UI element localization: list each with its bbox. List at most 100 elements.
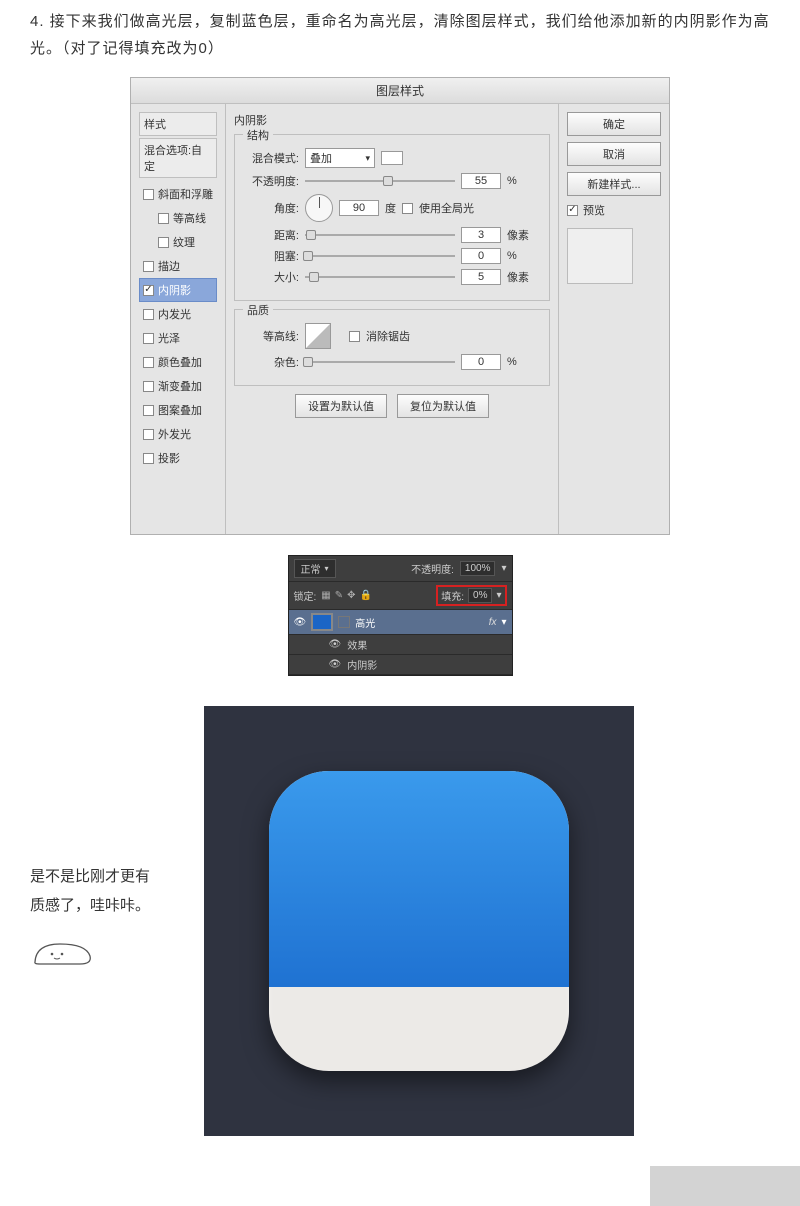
lock-transparency-icon[interactable]: ▦ xyxy=(321,590,330,601)
ok-button[interactable]: 确定 xyxy=(567,112,661,136)
chevron-down-icon: ▾ xyxy=(365,153,370,164)
style-option-6[interactable]: 光泽 xyxy=(139,326,217,350)
cancel-button[interactable]: 取消 xyxy=(567,142,661,166)
contour-label: 等高线: xyxy=(245,328,299,344)
preview-checkbox[interactable] xyxy=(567,205,578,216)
quality-fieldset: 品质 等高线: 消除锯齿 杂色: 0 % xyxy=(234,309,550,386)
reset-default-button[interactable]: 复位为默认值 xyxy=(397,394,489,418)
preview-box xyxy=(567,228,633,284)
commentary-line1: 是不是比刚才更有 xyxy=(30,863,190,892)
style-option-checkbox[interactable] xyxy=(143,453,154,464)
styles-header[interactable]: 样式 xyxy=(139,112,217,136)
style-option-checkbox[interactable] xyxy=(143,405,154,416)
visibility-icon[interactable]: 👁 xyxy=(294,617,307,628)
preview-label: 预览 xyxy=(583,202,605,218)
effect-inner-shadow-row[interactable]: 👁 内阴影 xyxy=(289,655,512,675)
size-label: 大小: xyxy=(245,269,299,285)
fill-highlight: 填充: 0% ▾ xyxy=(436,585,506,606)
style-option-10[interactable]: 外发光 xyxy=(139,422,217,446)
chevron-down-icon[interactable]: ▾ xyxy=(501,617,506,628)
distance-label: 距离: xyxy=(245,227,299,243)
style-option-checkbox[interactable] xyxy=(143,261,154,272)
style-option-4[interactable]: 内阴影 xyxy=(139,278,217,302)
style-option-1[interactable]: 等高线 xyxy=(139,206,217,230)
visibility-icon[interactable]: 👁 xyxy=(329,659,342,670)
style-option-label: 斜面和浮雕 xyxy=(158,186,213,202)
size-input[interactable]: 5 xyxy=(461,269,501,285)
layer-name[interactable]: 高光 xyxy=(355,615,375,630)
commentary-text: 是不是比刚才更有 质感了，哇咔咔。 xyxy=(30,863,190,979)
choke-unit: % xyxy=(507,250,517,262)
style-option-checkbox[interactable] xyxy=(143,333,154,344)
set-default-button[interactable]: 设置为默认值 xyxy=(295,394,387,418)
style-option-checkbox[interactable] xyxy=(143,381,154,392)
style-option-label: 投影 xyxy=(158,450,180,466)
style-option-label: 内阴影 xyxy=(158,282,191,298)
lock-all-icon[interactable]: 🔒 xyxy=(360,590,372,601)
size-slider[interactable] xyxy=(305,271,455,283)
style-option-checkbox[interactable] xyxy=(143,429,154,440)
style-option-label: 渐变叠加 xyxy=(158,378,202,394)
visibility-icon[interactable]: 👁 xyxy=(329,639,342,650)
intro-text: 4. 接下来我们做高光层，复制蓝色层，重命名为高光层，清除图层样式，我们给他添加… xyxy=(30,8,770,62)
style-option-label: 外发光 xyxy=(158,426,191,442)
distance-slider[interactable] xyxy=(305,229,455,241)
chevron-down-icon: ▾ xyxy=(325,564,329,573)
blend-mode-value: 叠加 xyxy=(310,150,332,166)
size-unit: 像素 xyxy=(507,269,529,285)
style-option-label: 内发光 xyxy=(158,306,191,322)
blend-mode-dropdown[interactable]: 正常 ▾ xyxy=(294,559,336,578)
style-option-0[interactable]: 斜面和浮雕 xyxy=(139,182,217,206)
antialias-checkbox[interactable] xyxy=(349,331,360,342)
layer-opacity-value[interactable]: 100% xyxy=(460,561,496,576)
mask-thumbnail[interactable] xyxy=(338,616,350,628)
chevron-down-icon[interactable]: ▾ xyxy=(496,590,501,601)
style-option-7[interactable]: 颜色叠加 xyxy=(139,350,217,374)
chevron-down-icon[interactable]: ▾ xyxy=(501,563,506,574)
lock-icons[interactable]: ▦ ✎ ✥ 🔒 xyxy=(321,590,372,601)
style-option-checkbox[interactable] xyxy=(143,357,154,368)
style-option-checkbox[interactable] xyxy=(158,237,169,248)
global-light-checkbox[interactable] xyxy=(402,203,413,214)
style-option-9[interactable]: 图案叠加 xyxy=(139,398,217,422)
angle-input[interactable]: 90 xyxy=(339,200,379,216)
blend-color-swatch[interactable] xyxy=(381,151,403,165)
angle-wheel[interactable] xyxy=(305,194,333,222)
lock-label: 锁定: xyxy=(294,588,317,603)
style-option-2[interactable]: 纹理 xyxy=(139,230,217,254)
effects-row[interactable]: 👁 效果 xyxy=(289,635,512,655)
dialog-left-column: 样式 混合选项:自定 斜面和浮雕等高线纹理描边内阴影内发光光泽颜色叠加渐变叠加图… xyxy=(131,104,226,534)
contour-picker[interactable] xyxy=(305,323,331,349)
distance-input[interactable]: 3 xyxy=(461,227,501,243)
blend-mode-select[interactable]: 叠加 ▾ xyxy=(305,148,375,168)
style-option-checkbox[interactable] xyxy=(143,309,154,320)
noise-slider[interactable] xyxy=(305,356,455,368)
style-option-5[interactable]: 内发光 xyxy=(139,302,217,326)
style-option-checkbox[interactable] xyxy=(143,189,154,200)
dialog-title: 图层样式 xyxy=(131,78,669,104)
noise-input[interactable]: 0 xyxy=(461,354,501,370)
fx-badge[interactable]: fx xyxy=(489,617,497,628)
style-option-label: 等高线 xyxy=(173,210,206,226)
layer-row-highlight[interactable]: 👁 高光 fx ▾ xyxy=(289,610,512,635)
layer-thumbnail[interactable] xyxy=(311,613,333,631)
blend-options-header[interactable]: 混合选项:自定 xyxy=(139,138,217,178)
result-canvas xyxy=(204,706,634,1136)
opacity-input[interactable]: 55 xyxy=(461,173,501,189)
new-style-button[interactable]: 新建样式... xyxy=(567,172,661,196)
blend-mode-label: 混合模式: xyxy=(245,150,299,166)
style-option-3[interactable]: 描边 xyxy=(139,254,217,278)
lock-move-icon[interactable]: ✥ xyxy=(347,590,355,601)
choke-slider[interactable] xyxy=(305,250,455,262)
noise-label: 杂色: xyxy=(245,354,299,370)
fill-value[interactable]: 0% xyxy=(468,588,492,603)
style-option-checkbox[interactable] xyxy=(143,285,154,296)
lock-paint-icon[interactable]: ✎ xyxy=(335,590,343,601)
style-option-8[interactable]: 渐变叠加 xyxy=(139,374,217,398)
icon-preview xyxy=(269,771,569,1071)
style-option-11[interactable]: 投影 xyxy=(139,446,217,470)
opacity-slider[interactable] xyxy=(305,175,455,187)
quality-legend: 品质 xyxy=(243,302,273,318)
choke-input[interactable]: 0 xyxy=(461,248,501,264)
style-option-checkbox[interactable] xyxy=(158,213,169,224)
